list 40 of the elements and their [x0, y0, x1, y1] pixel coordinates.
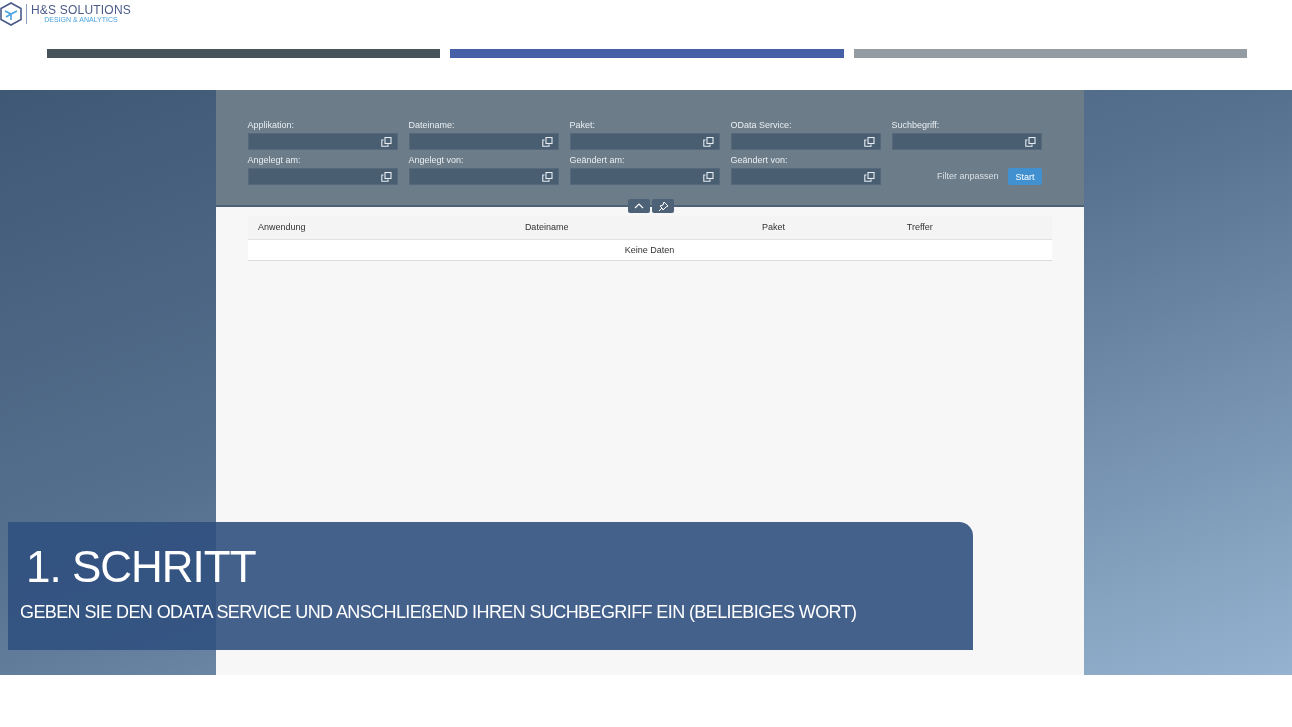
adapt-filters-link[interactable]: Filter anpassen [936, 168, 999, 185]
input-field[interactable] [569, 168, 720, 185]
input-field[interactable] [247, 133, 398, 150]
start-button[interactable]: Start [1008, 168, 1042, 185]
input-field[interactable] [408, 168, 559, 185]
input-field[interactable] [569, 133, 720, 150]
input-field[interactable] [730, 168, 881, 185]
no-data-text: Keine Daten [624, 245, 675, 255]
step-title: 1. SCHRITT [25, 542, 257, 592]
field-label: Paket: [569, 120, 596, 130]
input-field[interactable] [408, 133, 559, 150]
input-field[interactable] [247, 168, 398, 185]
value-help-icon[interactable] [380, 171, 392, 182]
value-help-icon[interactable] [541, 136, 553, 147]
value-help-icon[interactable] [702, 136, 714, 147]
field-label: OData Service: [730, 120, 793, 130]
input-field[interactable] [891, 133, 1042, 150]
step-instruction: GEBEN SIE DEN ODATA SERVICE UND ANSCHLIEßEND IHREN SUCHBEGRIFF EIN (BELIEBIGES WORT) [20, 602, 858, 623]
cube-network-logo-icon [0, 2, 22, 26]
input-field[interactable] [730, 133, 881, 150]
value-help-icon[interactable] [863, 171, 875, 182]
company-name: H&S SOLUTIONS [31, 4, 131, 16]
column-header: Treffer [906, 222, 933, 232]
value-help-icon[interactable] [702, 171, 714, 182]
collapse-icon[interactable] [627, 199, 650, 213]
value-help-icon[interactable] [541, 171, 553, 182]
value-help-icon[interactable] [863, 136, 875, 147]
field-label: Angelegt am: [247, 155, 302, 165]
field-label: Applikation: [247, 120, 296, 130]
value-help-icon[interactable] [1024, 136, 1036, 147]
column-header: Dateiname [524, 222, 569, 232]
pin-icon[interactable] [651, 199, 674, 213]
field-label: Geändert am: [569, 155, 626, 165]
column-header: Paket [762, 222, 786, 232]
field-label: Angelegt von: [408, 155, 465, 165]
field-label: Suchbegriff: [891, 120, 941, 130]
field-label: Geändert von: [730, 155, 789, 165]
field-label: Dateiname: [408, 120, 456, 130]
column-header: Anwendung [257, 222, 306, 232]
value-help-icon[interactable] [380, 136, 392, 147]
